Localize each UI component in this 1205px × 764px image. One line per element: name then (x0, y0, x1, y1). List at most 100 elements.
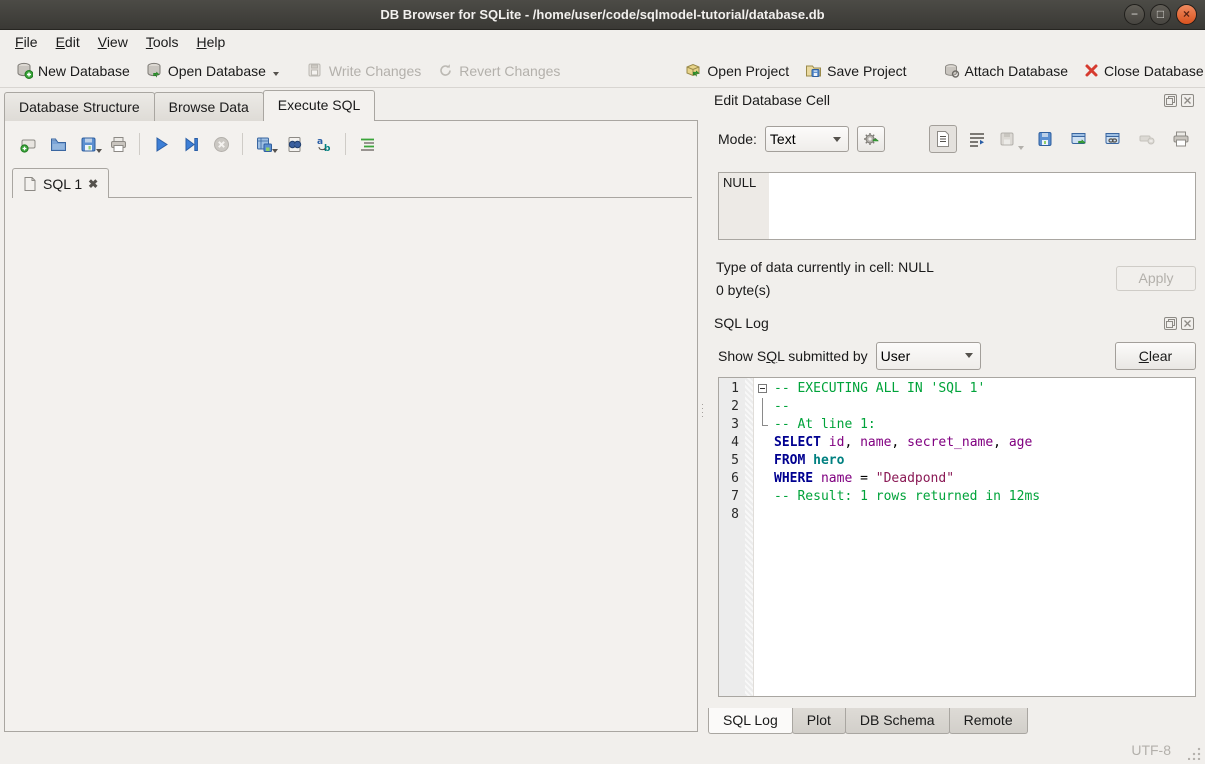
find-button[interactable] (280, 130, 308, 158)
open-external-button[interactable] (1065, 125, 1093, 153)
close-database-icon (1084, 63, 1099, 78)
cell-toolbar (929, 125, 1195, 153)
mode-label: Mode: (718, 131, 757, 147)
mode-apply-button[interactable] (857, 126, 885, 152)
open-sql-file-icon (49, 135, 68, 154)
main-toolbar: New Database Open Database Write Changes… (0, 54, 1205, 88)
open-database-dropdown-icon[interactable] (273, 72, 279, 76)
open-database-button[interactable]: Open Database (138, 58, 287, 83)
new-database-button[interactable]: New Database (8, 58, 138, 83)
execute-all-button[interactable] (147, 130, 175, 158)
tab-sql-log[interactable]: SQL Log (708, 708, 793, 734)
export-results-button[interactable] (250, 130, 278, 158)
window-controls: − □ × (1124, 4, 1197, 25)
find-icon (285, 135, 304, 154)
text-view-button[interactable] (929, 125, 957, 153)
close-dock-icon[interactable] (1181, 317, 1194, 330)
sql-tab-label: SQL 1 (43, 176, 82, 192)
cell-value-editor[interactable]: NULL (718, 172, 1196, 240)
tab-db-schema[interactable]: DB Schema (845, 708, 950, 734)
attach-database-button[interactable]: Attach Database (935, 58, 1077, 83)
open-external-icon (1070, 130, 1088, 148)
export-results-dropdown-icon[interactable] (272, 149, 278, 153)
print-icon (109, 135, 128, 154)
edit-cell-dock-header: Edit Database Cell (714, 92, 1202, 108)
apply-button: Apply (1116, 266, 1196, 291)
close-dock-icon[interactable] (1181, 94, 1194, 107)
new-database-icon (16, 62, 33, 79)
sql-tab-close-icon[interactable]: ✖ (88, 177, 98, 191)
minimize-icon[interactable]: − (1124, 4, 1145, 25)
save-sql-file-icon (79, 135, 98, 154)
status-bar: UTF-8 (0, 735, 1205, 764)
edit-cell-title: Edit Database Cell (714, 92, 1164, 108)
gear-icon (862, 130, 880, 148)
cell-size-info: 0 byte(s) (716, 282, 770, 298)
print-button[interactable] (104, 130, 132, 158)
stop-button (207, 130, 235, 158)
sql-tab[interactable]: SQL 1 ✖ (12, 168, 109, 198)
save-project-button[interactable]: Save Project (797, 58, 914, 83)
submitter-select[interactable]: User (876, 342, 981, 370)
open-sql-file-button[interactable] (44, 130, 72, 158)
export-results-icon (255, 135, 274, 154)
revert-changes-button: Revert Changes (429, 58, 568, 83)
save-project-icon (805, 62, 822, 79)
copy-link-icon (1104, 130, 1122, 148)
print-cell-icon (1172, 130, 1190, 148)
float-dock-icon[interactable] (1164, 94, 1177, 107)
format-sql-icon (358, 135, 377, 154)
cell-mode-row: Mode: Text (718, 124, 1196, 154)
set-null-icon (1138, 130, 1156, 148)
tab-browse-data[interactable]: Browse Data (154, 92, 264, 121)
menu-edit[interactable]: Edit (47, 32, 89, 52)
import-file-icon (998, 130, 1016, 148)
save-sql-file-button[interactable] (74, 130, 102, 158)
toolbar-separator (242, 133, 243, 155)
export-file-button[interactable] (1031, 125, 1059, 153)
menu-view[interactable]: View (89, 32, 137, 52)
tab-plot[interactable]: Plot (792, 708, 846, 734)
resize-grip-icon[interactable] (1188, 747, 1201, 760)
sql-log-view[interactable]: 12345678-- EXECUTING ALL IN 'SQL 1'---- … (718, 377, 1196, 697)
open-project-button[interactable]: Open Project (677, 58, 797, 83)
open-project-icon (685, 62, 702, 79)
word-wrap-button[interactable] (963, 125, 991, 153)
tab-remote[interactable]: Remote (949, 708, 1028, 734)
vertical-splitter-handle[interactable]: ···· (699, 88, 706, 732)
copy-link-button[interactable] (1099, 125, 1127, 153)
open-database-icon (146, 62, 163, 79)
write-changes-icon (307, 62, 324, 79)
new-sql-tab-icon (19, 135, 38, 154)
save-sql-dropdown-icon[interactable] (96, 149, 102, 153)
attach-database-icon (943, 62, 960, 79)
menu-tools[interactable]: Tools (137, 32, 188, 52)
new-sql-tab-button[interactable] (14, 130, 42, 158)
close-database-button[interactable]: Close Database (1076, 59, 1205, 83)
clear-log-button[interactable]: Clear (1115, 342, 1196, 370)
tab-database-structure[interactable]: Database Structure (4, 92, 155, 121)
maximize-icon[interactable]: □ (1150, 4, 1171, 25)
close-icon[interactable]: × (1176, 4, 1197, 25)
import-file-button (997, 125, 1025, 153)
tab-execute-sql[interactable]: Execute SQL (263, 90, 376, 121)
replace-icon: a b (315, 135, 334, 154)
svg-text:b: b (324, 144, 331, 154)
cell-value: NULL (719, 173, 769, 239)
dock-tab-bar: SQL Log Plot DB Schema Remote (708, 708, 1027, 734)
format-sql-button[interactable] (353, 130, 381, 158)
sql-editor-toolbar: a b (14, 128, 381, 160)
sql-log-dock-header: SQL Log (714, 315, 1202, 331)
menu-file[interactable]: File (6, 32, 47, 52)
execute-current-line-button[interactable] (177, 130, 205, 158)
replace-button[interactable]: a b (310, 130, 338, 158)
mode-select[interactable]: Text (765, 126, 849, 152)
execute-sql-panel (4, 120, 698, 732)
encoding-label: UTF-8 (1131, 742, 1171, 758)
sql-log-title: SQL Log (714, 315, 1164, 331)
print-cell-button[interactable] (1167, 125, 1195, 153)
toolbar-separator (345, 133, 346, 155)
svg-text:a: a (317, 137, 323, 147)
menu-help[interactable]: Help (188, 32, 235, 52)
float-dock-icon[interactable] (1164, 317, 1177, 330)
